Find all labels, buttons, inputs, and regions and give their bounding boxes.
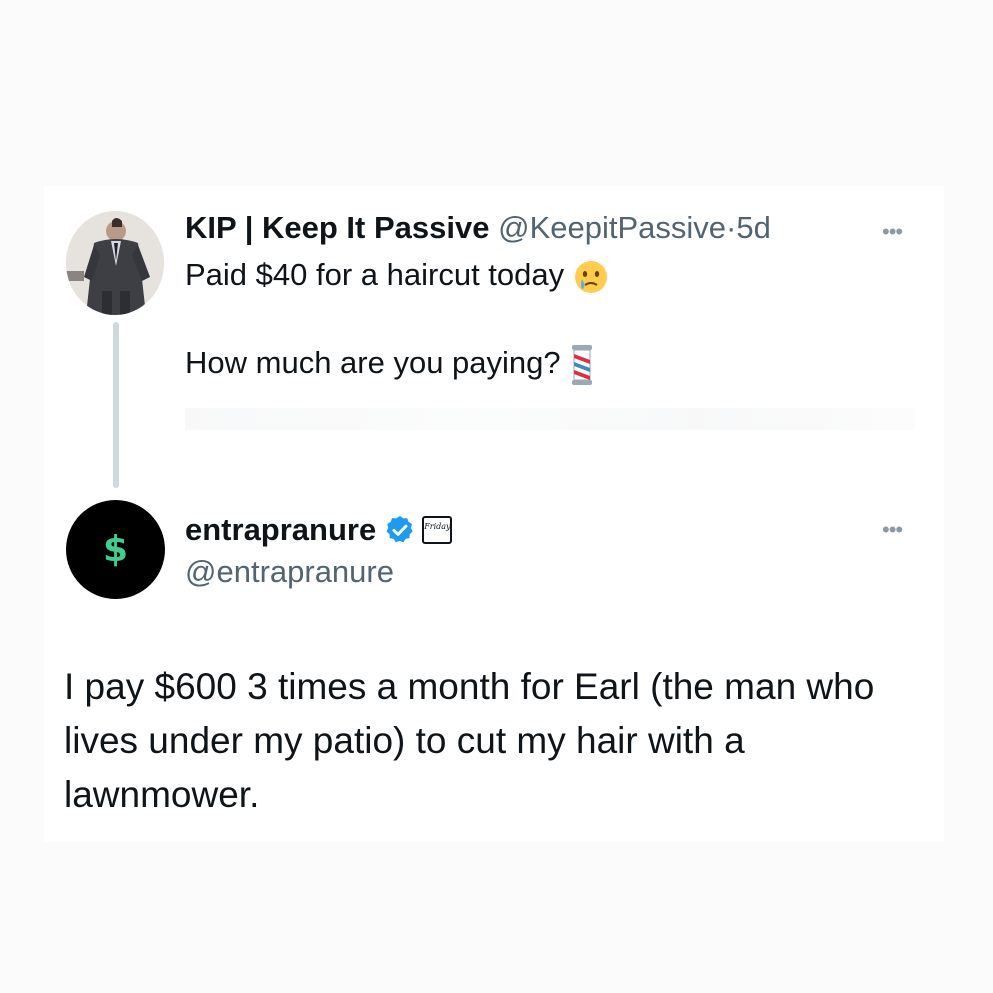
dollar-sign-icon: $ bbox=[102, 528, 129, 570]
person-in-suit-icon bbox=[66, 211, 164, 315]
affiliate-badge-icon[interactable]: Friday bbox=[422, 516, 453, 544]
original-tweet-header: KIP | Keep It Passive @KeepitPassive·5d bbox=[185, 209, 771, 247]
tweet-text-line1: Paid $40 for a haircut today bbox=[185, 257, 565, 292]
thread-connector-line bbox=[113, 322, 119, 488]
more-icon: ••• bbox=[882, 219, 903, 244]
reply-display-name[interactable]: entrapranure bbox=[185, 511, 376, 549]
faded-text-overlay bbox=[185, 408, 915, 430]
original-tweet-text-line1: Paid $40 for a haircut today bbox=[185, 256, 609, 295]
more-options-button[interactable]: ••• bbox=[882, 517, 903, 542]
tweet-text-line2: How much are you paying? bbox=[185, 345, 561, 380]
header-separator: · bbox=[726, 210, 737, 245]
original-handle[interactable]: @KeepitPassive bbox=[498, 210, 726, 245]
more-options-button[interactable]: ••• bbox=[882, 219, 903, 244]
barber-pole-icon bbox=[572, 344, 593, 385]
original-display-name[interactable]: KIP | Keep It Passive bbox=[185, 210, 489, 245]
verified-badge-icon[interactable] bbox=[384, 514, 416, 546]
reply-tweet-body: I pay $600 3 times a month for Earl (the… bbox=[64, 666, 875, 815]
reply-handle[interactable]: @entrapranure bbox=[185, 553, 394, 591]
avatar-kip[interactable] bbox=[66, 211, 164, 315]
original-tweet-text-line2: How much are you paying? bbox=[185, 344, 595, 385]
affiliate-badge-text: Friday bbox=[424, 522, 451, 531]
tweet-timestamp[interactable]: 5d bbox=[736, 210, 770, 245]
more-icon: ••• bbox=[882, 517, 903, 542]
avatar-entrapranure[interactable]: $ bbox=[66, 500, 165, 599]
face-holding-back-tears-icon bbox=[574, 260, 607, 293]
reply-tweet-header: entrapranure Friday bbox=[185, 511, 453, 549]
